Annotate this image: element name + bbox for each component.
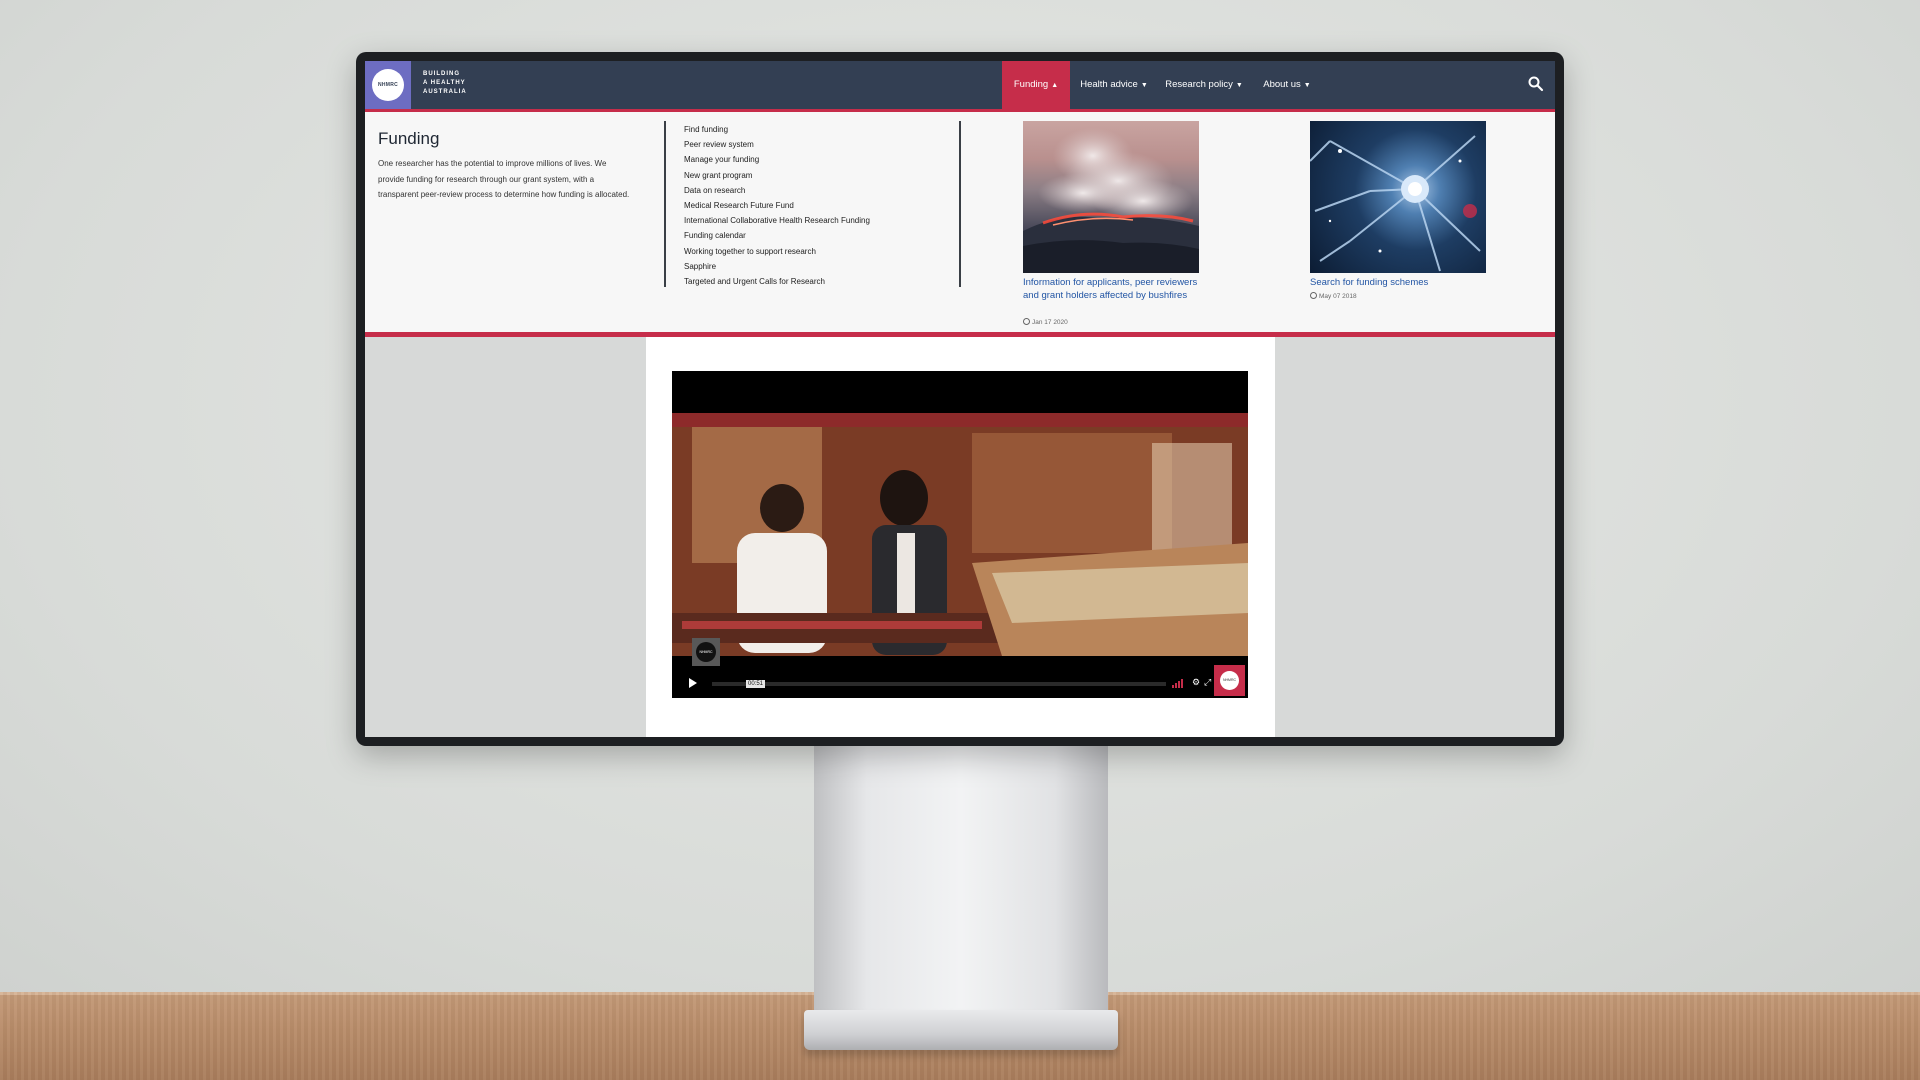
channel-logo: NHMRC — [696, 642, 716, 662]
tagline-line: AUSTRALIA — [423, 89, 467, 95]
card-title-bushfires[interactable]: Information for applicants, peer reviewe… — [1023, 276, 1198, 302]
progress-bar[interactable]: 00:51 — [712, 680, 1166, 688]
menu-link-targeted-urgent-calls[interactable]: Targeted and Urgent Calls for Research — [684, 274, 870, 289]
nav-item-label: About us — [1263, 79, 1301, 90]
top-nav: NHMRC BUILDING A HEALTHY AUSTRALIA Fundi… — [365, 61, 1555, 109]
bushfire-illustration — [1023, 128, 1199, 273]
search-icon — [1528, 76, 1544, 92]
menu-link-mrff[interactable]: Medical Research Future Fund — [684, 198, 870, 213]
nav-item-label: Health advice — [1080, 79, 1138, 90]
channel-avatar[interactable]: NHMRC — [692, 638, 720, 666]
card-date: Jan 17 2020 — [1023, 318, 1068, 326]
menu-link-find-funding[interactable]: Find funding — [684, 122, 870, 137]
settings-icon[interactable]: ⚙ — [1192, 677, 1200, 687]
logo[interactable]: NHMRC — [365, 61, 411, 109]
chevron-up-icon: ▲ — [1051, 82, 1059, 89]
monitor-bezel: NHMRC BUILDING A HEALTHY AUSTRALIA Fundi… — [356, 52, 1564, 746]
card-date: May 07 2018 — [1310, 292, 1357, 300]
menu-link-data-on-research[interactable]: Data on research — [684, 183, 870, 198]
menu-link-new-grant-program[interactable]: New grant program — [684, 168, 870, 183]
video-still — [672, 413, 1248, 656]
video-player[interactable]: NHMRC 00:51 ⚙ ⤢ NHMRC — [672, 371, 1248, 698]
fullscreen-icon[interactable]: ⤢ — [1204, 677, 1211, 687]
chevron-down-icon: ▼ — [1303, 82, 1311, 89]
tagline-line: A HEALTHY — [423, 80, 466, 86]
nav-item-label: Research policy — [1165, 79, 1233, 90]
content-panel: NHMRC 00:51 ⚙ ⤢ NHMRC — [646, 337, 1275, 737]
nav-item-funding[interactable]: Funding ▲ — [1002, 61, 1070, 109]
card-title-funding-schemes[interactable]: Search for funding schemes — [1310, 276, 1485, 289]
play-icon — [689, 678, 697, 688]
divider — [664, 121, 666, 287]
menu-link-international-funding[interactable]: International Collaborative Health Resea… — [684, 213, 870, 228]
funding-links: Find funding Peer review system Manage y… — [684, 122, 870, 289]
tagline: BUILDING A HEALTHY AUSTRALIA — [423, 70, 483, 97]
neuron-graphic — [1310, 135, 1481, 272]
monitor-stand-base — [804, 1010, 1118, 1050]
nav-item-health-advice[interactable]: Health advice ▼ — [1071, 61, 1157, 109]
menu-title: Funding — [378, 129, 440, 148]
brand-badge-logo: NHMRC — [1220, 671, 1239, 690]
nav-item-label: Funding — [1013, 79, 1049, 90]
nav-item-research-policy[interactable]: Research policy ▼ — [1157, 61, 1251, 109]
bushfire-photo[interactable] — [1023, 121, 1199, 273]
play-button[interactable] — [682, 673, 702, 693]
chevron-down-icon: ▼ — [1140, 82, 1148, 89]
funding-dropdown-menu: Funding One researcher has the potential… — [365, 109, 1555, 337]
video-frame[interactable] — [672, 413, 1248, 656]
search-button[interactable] — [1527, 75, 1545, 93]
clock-icon — [1310, 292, 1317, 299]
logo-mark: NHMRC — [372, 69, 404, 101]
divider — [959, 121, 961, 287]
brand-badge[interactable]: NHMRC — [1214, 665, 1245, 696]
neuron-illustration[interactable] — [1310, 121, 1486, 273]
monitor-stand — [814, 744, 1108, 1016]
menu-link-manage-your-funding[interactable]: Manage your funding — [684, 152, 870, 167]
card-date-text: May 07 2018 — [1319, 293, 1357, 300]
menu-link-funding-calendar[interactable]: Funding calendar — [684, 228, 870, 243]
tagline-line: BUILDING — [423, 71, 460, 77]
volume-icon[interactable] — [1172, 678, 1186, 688]
screen: NHMRC BUILDING A HEALTHY AUSTRALIA Fundi… — [365, 61, 1555, 737]
chevron-down-icon: ▼ — [1235, 82, 1243, 89]
menu-description: One researcher has the potential to impr… — [378, 159, 630, 199]
menu-link-working-together[interactable]: Working together to support research — [684, 244, 870, 259]
time-tooltip: 00:51 — [746, 680, 766, 688]
nav-item-about-us[interactable]: About us ▼ — [1251, 61, 1323, 109]
video-controls: 00:51 ⚙ ⤢ — [672, 669, 1248, 697]
menu-link-sapphire[interactable]: Sapphire — [684, 259, 870, 274]
menu-link-peer-review-system[interactable]: Peer review system — [684, 137, 870, 152]
clock-icon — [1023, 318, 1030, 325]
card-date-text: Jan 17 2020 — [1032, 319, 1068, 326]
